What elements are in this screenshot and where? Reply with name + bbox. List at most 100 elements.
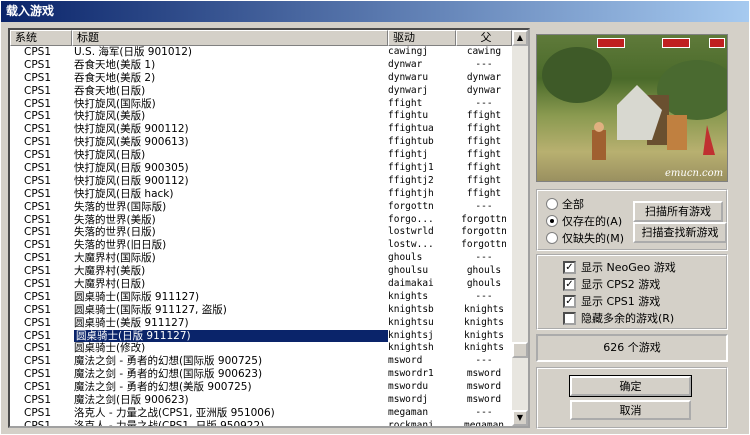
table-row[interactable]: CPS1 失落的世界(日版) lostwrld forgottn [10, 226, 512, 239]
scan-all-button[interactable]: 扫描所有游戏 [633, 201, 723, 222]
table-row[interactable]: CPS1 快打旋风(国际版) ffight --- [10, 98, 512, 111]
row-title: 大魔界村(美版) [74, 265, 146, 278]
table-row[interactable]: CPS1 吞食天地(日版) dynwarj dynwar [10, 85, 512, 98]
row-parent: megaman [463, 419, 505, 428]
table-row[interactable]: CPS1 洛克人 - 力量之战(CPS1, 亚洲版 951006) megaman -… [10, 407, 512, 420]
table-row[interactable]: CPS1 大魔界村(国际版) ghouls --- [10, 252, 512, 265]
scroll-thumb[interactable] [512, 342, 528, 358]
table-row[interactable]: CPS1 失落的世界(美版) forgo... forgottn [10, 214, 512, 227]
row-parent: knights [463, 342, 505, 354]
row-driver: megaman [388, 406, 429, 418]
row-title: 吞食天地(美版 1) [74, 58, 156, 71]
row-parent: --- [475, 252, 493, 264]
row-system: CPS1 [24, 46, 52, 58]
radio-all[interactable]: 全部 [546, 196, 584, 212]
checkbox[interactable] [563, 311, 576, 325]
row-driver: ffightj1 [388, 162, 434, 174]
row-title: 快打旋风(美版 900613) [74, 136, 189, 149]
column-header-driver[interactable]: 驱动 [388, 30, 456, 46]
table-row[interactable]: CPS1 快打旋风(日版 900112) ffightj2 ffight [10, 175, 512, 188]
row-parent: --- [475, 97, 493, 109]
column-header-system[interactable]: 系统 [10, 30, 72, 46]
table-row[interactable]: CPS1 U.S. 海军(日版 901012) cawingj cawing [10, 46, 512, 59]
row-driver: dynwarj [388, 84, 429, 96]
row-title: 快打旋风(美版) [74, 110, 146, 123]
table-row[interactable]: CPS1 快打旋风(美版 900112) ffightua ffight [10, 123, 512, 136]
table-row[interactable]: CPS1 魔法之剑(日版 900623) mswordj msword [10, 394, 512, 407]
checkbox[interactable]: ✓ [563, 294, 576, 308]
table-row[interactable]: CPS1 圆桌骑士(国际版 911127) knights --- [10, 291, 512, 304]
row-driver: knightsb [388, 303, 434, 315]
table-row[interactable]: CPS1 失落的世界(国际版) forgottn --- [10, 201, 512, 214]
display-option-2[interactable]: ✓ 显示 CPS1 游戏 [563, 293, 660, 309]
table-row[interactable]: CPS1 圆桌骑士(修改) knightsh knights [10, 342, 512, 355]
radio-all-dot[interactable] [546, 198, 558, 210]
row-title: 洛克人 - 力量之战(CPS1, 日版 950922) [74, 419, 265, 428]
row-driver: forgottn [388, 200, 434, 212]
table-row[interactable]: CPS1 失落的世界(旧日版) lostw... forgottn [10, 239, 512, 252]
display-option-1[interactable]: ✓ 显示 CPS2 游戏 [563, 276, 660, 292]
row-system: CPS1 [24, 213, 52, 226]
column-header-parent[interactable]: 父 [456, 30, 512, 46]
checkbox[interactable]: ✓ [563, 277, 576, 291]
table-row[interactable]: CPS1 吞食天地(美版 1) dynwar --- [10, 59, 512, 72]
checkbox-label: 隐藏多余的游戏(R) [581, 312, 675, 325]
row-system: CPS1 [24, 123, 52, 136]
row-driver: dynwaru [388, 71, 429, 83]
row-system: CPS1 [24, 97, 52, 110]
row-system: CPS1 [24, 329, 52, 342]
ok-button[interactable]: 确定 [569, 375, 692, 397]
row-title: 圆桌骑士(国际版 911127, 盗版) [74, 303, 227, 316]
row-system: CPS1 [24, 71, 52, 84]
table-row[interactable]: CPS1 洛克人 - 力量之战(CPS1, 日版 950922) rockmanj m… [10, 419, 512, 428]
display-option-3[interactable]: 隐藏多余的游戏(R) [563, 310, 674, 326]
game-list[interactable]: 系统 标题 驱动 父 CPS1 U.S. 海军(日版 901012) cawingj… [8, 28, 530, 428]
radio-existing-dot[interactable] [546, 215, 558, 227]
table-row[interactable]: CPS1 魔法之剑 - 勇者的幻想(美版 900725) mswordu msword [10, 381, 512, 394]
row-parent: forgottn [461, 213, 507, 225]
row-system: CPS1 [24, 394, 52, 407]
row-driver: ffightua [388, 123, 434, 135]
row-system: CPS1 [24, 290, 52, 303]
table-row[interactable]: CPS1 快打旋风(日版 hack) ffightjh ffight [10, 188, 512, 201]
row-title: 失落的世界(美版) [74, 213, 156, 226]
row-title: 吞食天地(日版) [74, 84, 146, 97]
row-system: CPS1 [24, 84, 52, 97]
table-row[interactable]: CPS1 快打旋风(日版 900305) ffightj1 ffight [10, 162, 512, 175]
table-row[interactable]: CPS1 圆桌骑士(日版 911127) knightsj knights [10, 329, 512, 343]
table-row[interactable]: CPS1 魔法之剑 - 勇者的幻想(国际版 900725) msword --- [10, 355, 512, 368]
row-system: CPS1 [24, 265, 52, 278]
table-row[interactable]: CPS1 吞食天地(美版 2) dynwaru dynwar [10, 72, 512, 85]
radio-missing-dot[interactable] [546, 232, 558, 244]
table-row[interactable]: CPS1 快打旋风(日版) ffightj ffight [10, 149, 512, 162]
radio-missing[interactable]: 仅缺失的(M) [546, 230, 624, 246]
table-row[interactable]: CPS1 快打旋风(美版) ffightu ffight [10, 110, 512, 123]
scroll-down-icon[interactable]: ▼ [512, 410, 528, 426]
table-row[interactable]: CPS1 圆桌骑士(美版 911127) knightsu knights [10, 317, 512, 330]
scan-new-button[interactable]: 扫描查找新游戏 [633, 222, 727, 243]
table-row[interactable]: CPS1 大魔界村(美版) ghoulsu ghouls [10, 265, 512, 278]
list-rows: CPS1 U.S. 海军(日版 901012) cawingj cawing CPS1 吞… [10, 46, 512, 428]
table-row[interactable]: CPS1 大魔界村(日版) daimakai ghouls [10, 278, 512, 291]
table-row[interactable]: CPS1 圆桌骑士(国际版 911127, 盗版) knightsb knights [10, 304, 512, 317]
row-title: 快打旋风(日版 900112) [74, 174, 189, 187]
row-driver: ffightj [388, 149, 429, 161]
checkbox-label: 显示 CPS2 游戏 [581, 278, 661, 291]
game-scene [542, 47, 727, 160]
cancel-button[interactable]: 取消 [570, 400, 691, 420]
display-option-0[interactable]: ✓ 显示 NeoGeo 游戏 [563, 259, 676, 275]
scroll-up-icon[interactable]: ▲ [512, 30, 528, 46]
list-scrollbar[interactable]: ▲ ▼ [512, 30, 528, 426]
row-system: CPS1 [24, 303, 52, 316]
row-title: 魔法之剑 - 勇者的幻想(国际版 900623) [74, 368, 263, 381]
table-row[interactable]: CPS1 快打旋风(美版 900613) ffightub ffight [10, 136, 512, 149]
radio-existing[interactable]: 仅存在的(A) [546, 213, 622, 229]
row-driver: knightsh [388, 342, 434, 354]
checkbox-label: 显示 NeoGeo 游戏 [581, 261, 676, 274]
row-driver: knightsu [388, 316, 434, 328]
row-system: CPS1 [24, 187, 52, 200]
column-header-title[interactable]: 标题 [72, 30, 388, 46]
checkbox[interactable]: ✓ [563, 260, 576, 274]
row-title: 大魔界村(日版) [74, 278, 146, 291]
table-row[interactable]: CPS1 魔法之剑 - 勇者的幻想(国际版 900623) mswordr1 mswo… [10, 368, 512, 381]
